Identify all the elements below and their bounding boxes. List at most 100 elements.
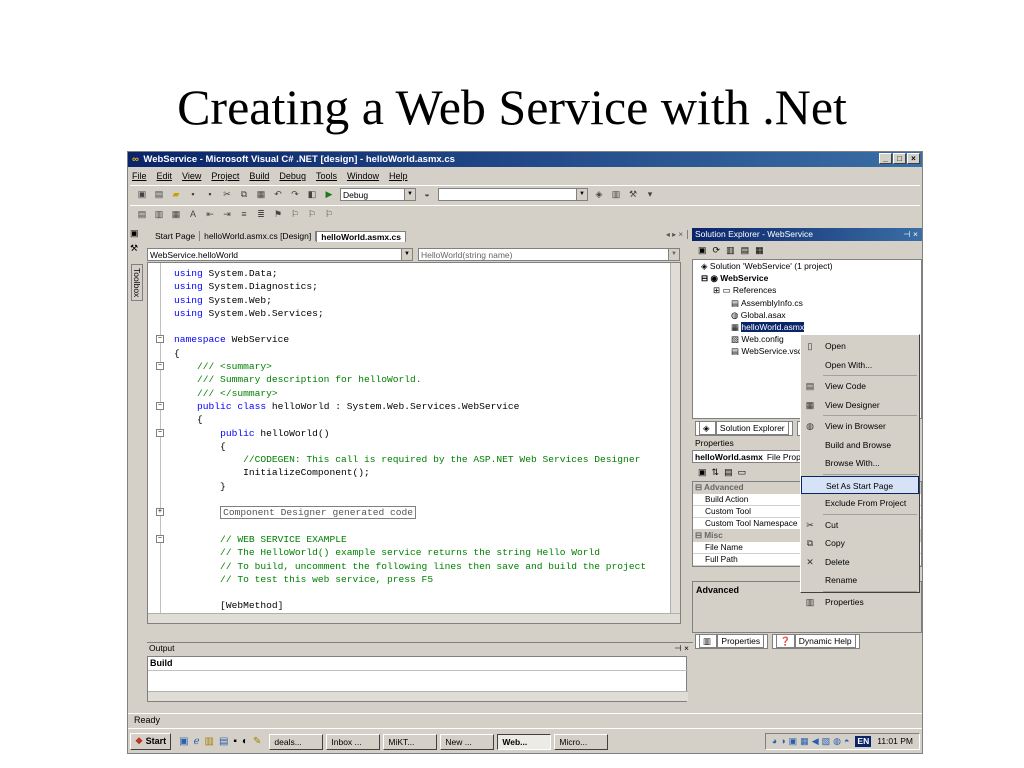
code-line[interactable]: − public helloWorld() xyxy=(148,427,646,440)
code-line[interactable] xyxy=(148,320,646,333)
navigate-icon[interactable]: ◧ xyxy=(306,189,318,200)
show-all-icon[interactable]: ▣ xyxy=(698,245,707,256)
properties-icon[interactable]: ▥ xyxy=(726,245,735,256)
properties-view-icon[interactable]: ▤ xyxy=(724,467,733,478)
solution-icon[interactable]: ◈ xyxy=(593,189,605,200)
cut-tool-icon[interactable]: ✂ xyxy=(221,189,233,200)
language-indicator[interactable]: EN xyxy=(855,736,872,747)
tray-icon[interactable]: ▦ xyxy=(800,736,809,747)
collapse-icon[interactable]: − xyxy=(156,401,164,410)
word-icon[interactable]: A xyxy=(187,209,199,220)
code-line[interactable]: using System.Diagnostics; xyxy=(148,280,646,293)
menu-build[interactable]: Build xyxy=(249,171,269,183)
properties-tool-icon[interactable]: ▥ xyxy=(610,189,622,200)
code-line[interactable] xyxy=(148,520,646,533)
comment-icon[interactable]: ≡ xyxy=(238,209,250,220)
menu-item-view-designer[interactable]: ▦ View Designer xyxy=(801,396,919,414)
code-line[interactable]: using System.Web; xyxy=(148,294,646,307)
tab-code[interactable]: helloWorld.asmx.cs xyxy=(316,230,406,242)
view-code-icon[interactable]: ▤ xyxy=(741,245,750,256)
param-info-icon[interactable]: ▥ xyxy=(153,209,165,220)
toolbox-tool-icon[interactable]: ⚒ xyxy=(627,189,639,200)
tab-solution-explorer[interactable]: ◈ Solution Explorer xyxy=(695,420,793,436)
quick-info-icon[interactable]: ▦ xyxy=(170,209,182,220)
config-select[interactable]: Debug ▼ xyxy=(340,188,416,201)
menu-tools[interactable]: Tools xyxy=(316,171,337,183)
class-dropdown[interactable]: WebService.helloWorld ▼ xyxy=(147,248,413,261)
new-project-icon[interactable]: ▣ xyxy=(136,189,148,200)
alphabetical-icon[interactable]: ⇅ xyxy=(712,467,720,478)
maximize-button[interactable]: □ xyxy=(893,153,906,164)
cmd-icon[interactable]: ▪ xyxy=(233,736,237,747)
tab-start-page[interactable]: Start Page xyxy=(151,231,201,241)
start-icon[interactable]: ▶ xyxy=(323,189,335,200)
outlook-icon[interactable]: ▥ xyxy=(204,736,213,747)
menu-item-delete[interactable]: ✕ Delete xyxy=(801,553,919,571)
media-icon[interactable]: ◐ xyxy=(242,736,248,747)
bookmark-icon[interactable]: ⚑ xyxy=(272,209,284,220)
minimize-button[interactable]: _ xyxy=(879,153,892,164)
more-icon[interactable]: ▾ xyxy=(644,189,656,200)
menu-item-build-and-browse[interactable]: Build and Browse xyxy=(801,436,919,454)
menu-item-cut[interactable]: ✂ Cut xyxy=(801,516,919,534)
menu-item-open-with[interactable]: Open With... xyxy=(801,356,919,374)
menu-file[interactable]: File xyxy=(132,171,147,183)
menu-item-exclude-from-project[interactable]: Exclude From Project xyxy=(801,494,919,512)
object-members-icon[interactable]: ▤ xyxy=(136,209,148,220)
code-line[interactable]: − /// <summary> xyxy=(148,360,646,373)
code-line[interactable]: //CODEGEN: This call is required by the … xyxy=(148,453,646,466)
find-combo[interactable]: ▼ xyxy=(438,188,588,201)
tray-icon[interactable]: ◓ xyxy=(844,736,849,747)
tree-helloworld[interactable]: ▦ helloWorld.asmx xyxy=(693,321,921,333)
tool-icon[interactable]: ✎ xyxy=(253,736,261,747)
menu-item-set-as-start-page[interactable]: Set As Start Page xyxy=(801,475,919,494)
tray-icon[interactable]: ◕ xyxy=(772,736,777,747)
tab-controls[interactable]: ◂ ▸ × xyxy=(662,230,688,239)
indent-icon[interactable]: ⇥ xyxy=(221,209,233,220)
code-line[interactable] xyxy=(148,586,646,599)
pin-icon[interactable]: ⊣ × xyxy=(903,229,918,240)
menu-item-rename[interactable]: Rename xyxy=(801,571,919,589)
prev-bookmark-icon[interactable]: ⚐ xyxy=(306,209,318,220)
editor-hscrollbar[interactable] xyxy=(148,613,680,623)
code-line[interactable]: } xyxy=(148,480,646,493)
output-pane-select[interactable]: Build xyxy=(148,657,688,671)
add-item-icon[interactable]: ▤ xyxy=(153,189,165,200)
menu-item-browse-with[interactable]: Browse With... xyxy=(801,454,919,472)
tree-assemblyinfo[interactable]: ▤ AssemblyInfo.cs xyxy=(693,297,921,309)
uncomment-icon[interactable]: ≣ xyxy=(255,209,267,220)
explorer-icon[interactable]: ▤ xyxy=(219,736,228,747)
code-line[interactable]: /// Summary description for helloWorld. xyxy=(148,373,646,386)
menu-window[interactable]: Window xyxy=(347,171,379,183)
redo-icon[interactable]: ↷ xyxy=(289,189,301,200)
menu-help[interactable]: Help xyxy=(389,171,408,183)
refresh-icon[interactable]: ⟳ xyxy=(713,245,721,256)
code-line[interactable]: { xyxy=(148,347,646,360)
menu-view[interactable]: View xyxy=(182,171,201,183)
code-line[interactable]: − namespace WebService xyxy=(148,333,646,346)
taskbar-task[interactable]: Micro... xyxy=(554,733,609,750)
code-line[interactable]: InitializeComponent(); xyxy=(148,466,646,479)
categorized-icon[interactable]: ▣ xyxy=(698,467,707,478)
editor-vscrollbar[interactable] xyxy=(670,263,680,613)
tree-references[interactable]: ⊞ ▭ References xyxy=(693,284,921,296)
save-all-icon[interactable]: ▪ xyxy=(204,189,216,200)
paste-icon[interactable]: ▦ xyxy=(255,189,267,200)
pin-icon[interactable]: ⊣ × xyxy=(674,643,689,654)
clear-bookmarks-icon[interactable]: ⚐ xyxy=(323,209,335,220)
toolbox-icon[interactable]: ⚒ xyxy=(130,243,144,254)
menu-item-open[interactable]: ▯ Open xyxy=(801,337,919,355)
undo-icon[interactable]: ↶ xyxy=(272,189,284,200)
tab-design[interactable]: helloWorld.asmx.cs [Design] xyxy=(200,231,317,241)
taskbar-task[interactable]: deals... xyxy=(269,733,324,750)
taskbar-task[interactable]: MiKT... xyxy=(383,733,438,750)
tree-project[interactable]: ⊟ ◉ WebService xyxy=(693,272,921,284)
designer-icon[interactable]: ▦ xyxy=(755,245,764,256)
close-button[interactable]: × xyxy=(907,153,920,164)
volume-icon[interactable]: ◀ xyxy=(812,736,819,747)
menu-project[interactable]: Project xyxy=(211,171,239,183)
collapse-icon[interactable]: − xyxy=(156,362,164,371)
code-line[interactable]: − public class helloWorld : System.Web.S… xyxy=(148,400,646,413)
code-line[interactable]: // To build, uncomment the following lin… xyxy=(148,560,646,573)
code-line[interactable]: // To test this web service, press F5 xyxy=(148,573,646,586)
